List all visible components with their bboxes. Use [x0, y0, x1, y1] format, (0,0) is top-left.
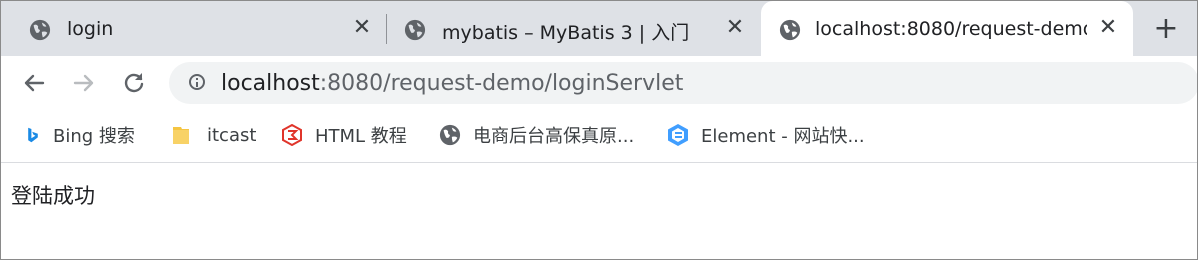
tab-title: mybatis – MyBatis 3 | 入门 — [442, 22, 690, 44]
bookmarks-bar: Bing 搜索 itcast HTML 教程 电商后台高保真原... Eleme… — [1, 108, 1197, 163]
bing-icon — [28, 127, 38, 143]
arrow-left-icon — [24, 74, 45, 92]
url-text[interactable]: localhost:8080/request-demo/loginServlet — [221, 71, 683, 96]
runoob-icon — [282, 124, 302, 146]
bookmark-bing[interactable]: Bing 搜索 — [25, 122, 135, 148]
folder-icon — [173, 127, 189, 144]
browser-window: login ✕ mybatis – MyBatis 3 | 入门 ✕ local… — [0, 0, 1198, 260]
bookmark-label: 电商后台高保真原... — [473, 126, 635, 147]
reload-button[interactable] — [119, 68, 149, 98]
bookmark-label: Bing 搜索 — [53, 126, 135, 147]
bookmark-ecommerce[interactable]: 电商后台高保真原... — [439, 122, 634, 148]
tab-strip: login ✕ mybatis – MyBatis 3 | 入门 ✕ local… — [1, 1, 1197, 56]
login-success-message: 登陆成功 — [11, 184, 95, 208]
bookmark-html-tutorial[interactable]: HTML 教程 — [281, 122, 407, 148]
globe-icon — [439, 124, 461, 146]
close-icon[interactable]: ✕ — [1095, 15, 1121, 41]
tab-request-demo[interactable]: localhost:8080/request-demo/ ✕ — [761, 1, 1133, 56]
bookmark-element[interactable]: Element - 网站快... — [667, 122, 865, 148]
forward-button[interactable] — [69, 68, 99, 98]
bookmark-itcast[interactable]: itcast — [171, 122, 256, 148]
address-bar[interactable]: localhost:8080/request-demo/loginServlet — [169, 62, 1197, 104]
info-icon[interactable] — [189, 74, 205, 90]
tab-mybatis[interactable]: mybatis – MyBatis 3 | 入门 ✕ — [376, 1, 761, 56]
tab-title: login — [67, 18, 114, 40]
page-content: 登陆成功 — [1, 163, 1197, 259]
url-path: :8080/request-demo/loginServlet — [319, 71, 684, 96]
new-tab-button[interactable]: + — [1149, 13, 1183, 47]
bookmark-label: Element - 网站快... — [701, 126, 865, 147]
arrow-right-icon — [73, 74, 94, 92]
tab-login[interactable]: login ✕ — [1, 1, 386, 56]
bookmark-label: itcast — [207, 124, 257, 146]
close-icon[interactable]: ✕ — [722, 15, 748, 41]
reload-icon — [124, 73, 144, 93]
close-icon[interactable]: ✕ — [349, 15, 375, 41]
element-icon — [668, 124, 688, 146]
url-host: localhost — [221, 71, 320, 96]
globe-icon — [29, 19, 51, 41]
globe-icon — [779, 19, 801, 41]
globe-icon — [404, 19, 426, 41]
back-button[interactable] — [19, 68, 49, 98]
bookmark-label: HTML 教程 — [315, 126, 407, 147]
plus-icon: + — [1153, 11, 1179, 46]
tab-title: localhost:8080/request-demo/ — [815, 18, 1087, 40]
toolbar: localhost:8080/request-demo/loginServlet — [1, 56, 1197, 108]
